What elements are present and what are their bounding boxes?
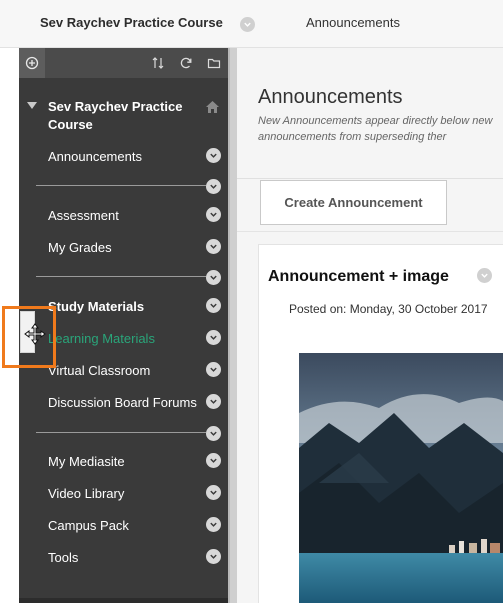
sidebar-item-my-grades[interactable]: My Grades [48,240,112,255]
menu-divider [36,185,206,186]
sidebar-item-campus-pack[interactable]: Campus Pack [48,518,129,533]
course-title-link[interactable]: Sev Raychev Practice Course [40,15,223,30]
sidebar-course-title[interactable]: Sev Raychev Practice Course [48,98,198,134]
drag-highlight-box [2,306,56,368]
chevron-down-icon[interactable] [206,362,221,377]
chevron-down-icon[interactable] [206,485,221,500]
page-title: Announcements [258,86,403,108]
page-description: New Announcements appear directly below … [258,115,493,143]
announcement-menu-chevron-icon[interactable] [477,268,492,283]
chevron-down-icon[interactable] [206,517,221,532]
course-menu-chevron-icon[interactable] [240,17,255,32]
content-divider [237,231,503,232]
sidebar-item-assessment[interactable]: Assessment [48,208,119,223]
chevron-down-icon[interactable] [206,453,221,468]
create-announcement-button[interactable]: Create Announcement [260,180,447,225]
chevron-down-icon[interactable] [206,330,221,345]
sidebar-item-study-materials[interactable]: Study Materials [48,299,144,314]
menu-divider [36,432,206,433]
splitter-inner [230,48,237,603]
chevron-down-icon[interactable] [206,298,221,313]
announcement-posted-date: Posted on: Monday, 30 October 2017 [289,302,488,316]
chevron-down-icon[interactable] [206,426,221,441]
refresh-icon[interactable] [178,55,194,71]
sidebar-item-announcements[interactable]: Announcements [48,149,142,164]
chevron-down-icon[interactable] [206,207,221,222]
sidebar-item-learning-materials[interactable]: Learning Materials [48,331,155,346]
breadcrumb-current: Announcements [306,15,400,30]
chevron-down-icon[interactable] [206,270,221,285]
course-header-bar: Sev Raychev Practice Course Announcement… [0,0,503,48]
folder-icon[interactable] [206,55,222,71]
course-menu-toolbar [19,48,228,78]
chevron-down-icon[interactable] [206,148,221,163]
collapse-triangle-icon[interactable] [27,102,37,110]
sidebar-item-video-library[interactable]: Video Library [48,486,124,501]
announcement-image [299,353,503,603]
chevron-down-icon[interactable] [206,239,221,254]
chevron-down-icon[interactable] [206,549,221,564]
blackboard-course-page: Sev Raychev Practice Course Announcement… [0,0,503,603]
home-icon[interactable] [205,100,220,114]
menu-divider [36,276,206,277]
chevron-down-icon[interactable] [206,179,221,194]
announcement-title: Announcement + image [268,268,449,285]
add-menu-item-button[interactable] [19,48,45,78]
sidebar-item-tools[interactable]: Tools [48,550,78,565]
chevron-down-icon[interactable] [206,394,221,409]
sidebar-item-virtual-classroom[interactable]: Virtual Classroom [48,363,150,378]
sidebar-item-my-mediasite[interactable]: My Mediasite [48,454,125,469]
add-icon [24,55,40,71]
sidebar-item-discussion-board-forums[interactable]: Discussion Board Forums [48,395,197,410]
sort-icon[interactable] [150,55,166,71]
sidebar-bottom-edge [19,598,228,603]
content-divider [237,178,503,179]
main-content: Announcements New Announcements appear d… [237,48,503,603]
